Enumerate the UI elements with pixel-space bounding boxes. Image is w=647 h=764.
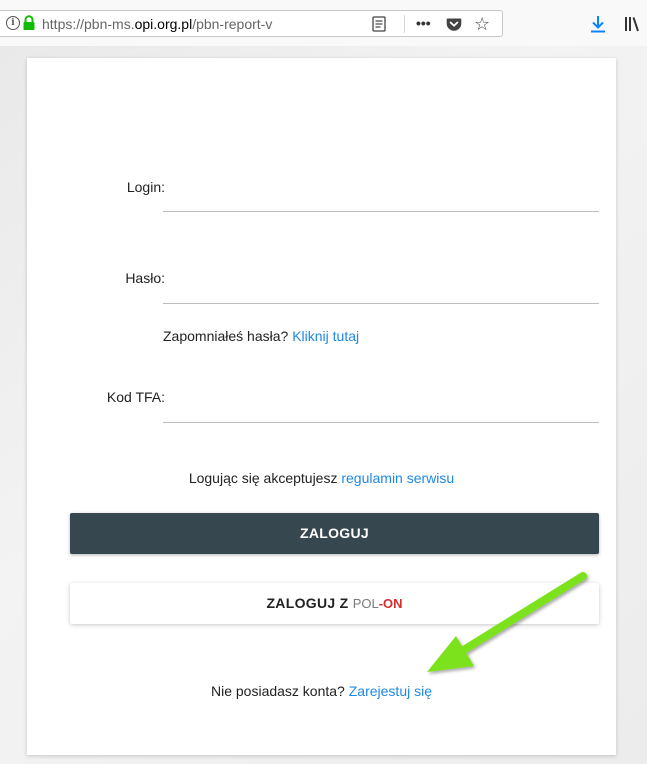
reader-view-icon[interactable] — [372, 16, 386, 32]
login-card: Login: Hasło: Zapomniałeś hasła? Kliknij… — [27, 58, 616, 755]
url-host: opi.org.pl — [134, 16, 193, 32]
password-label: Hasło: — [125, 270, 165, 286]
register-link[interactable]: Zarejestuj się — [349, 683, 432, 699]
polon-logo: POL-ON — [353, 596, 403, 611]
login-button[interactable]: ZALOGUJ — [70, 513, 599, 554]
login-label: Login: — [126, 179, 165, 195]
register-text: Nie posiadasz konta? — [210, 683, 345, 699]
info-icon[interactable]: i — [6, 16, 20, 30]
terms-row: Logując się akceptujesz regulamin serwis… — [27, 470, 616, 486]
polon-logo-on: ON — [383, 596, 403, 611]
lock-icon[interactable] — [22, 15, 36, 31]
more-dots-icon[interactable]: ••• — [416, 13, 431, 33]
forgot-password-text: Zapomniałeś hasła? — [163, 328, 289, 344]
url-prefix: https://pbn-ms. — [42, 16, 135, 32]
url-bar[interactable]: i https://pbn-ms.opi.org.pl/pbn-report-v… — [0, 10, 503, 37]
forgot-password-row: Zapomniałeś hasła? Kliknij tutaj — [163, 328, 359, 344]
terms-link[interactable]: regulamin serwisu — [341, 470, 454, 486]
url-text[interactable]: https://pbn-ms.opi.org.pl/pbn-report-v — [42, 15, 332, 33]
register-row: Nie posiadasz konta? Zarejestuj się — [27, 683, 616, 699]
url-suffix: /pbn-report-v — [192, 16, 273, 32]
url-bar-divider — [404, 15, 405, 33]
tfa-label: Kod TFA: — [106, 389, 165, 405]
forgot-password-link[interactable]: Kliknij tutaj — [292, 328, 359, 344]
download-icon[interactable] — [590, 15, 606, 33]
polon-logo-pol: POL — [352, 596, 379, 611]
polon-login-button[interactable]: ZALOGUJ Z POL-ON — [70, 583, 599, 624]
terms-text: Logując się akceptujesz — [188, 470, 338, 486]
browser-toolbar: i https://pbn-ms.opi.org.pl/pbn-report-v… — [0, 0, 647, 46]
library-icon[interactable] — [624, 15, 640, 33]
login-input[interactable] — [163, 186, 599, 212]
password-input[interactable] — [163, 278, 599, 304]
tfa-input[interactable] — [163, 397, 599, 423]
pocket-icon[interactable] — [446, 16, 462, 32]
polon-button-label: ZALOGUJ Z — [266, 595, 349, 611]
bookmark-star-icon[interactable]: ☆ — [474, 14, 490, 34]
